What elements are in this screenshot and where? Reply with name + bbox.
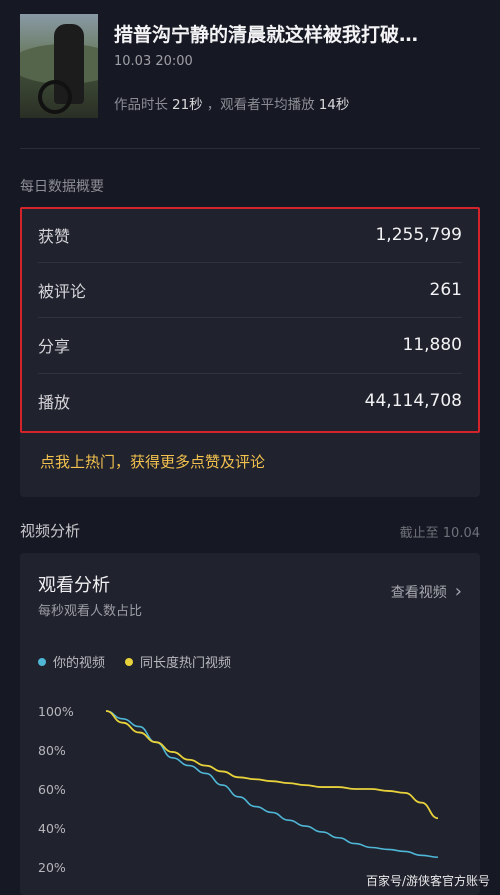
watch-analysis-title: 观看分析 xyxy=(38,575,110,596)
stat-row-comments: 被评论 261 xyxy=(38,263,462,317)
video-title[interactable]: 措普沟宁静的清晨就这样被我打破… xyxy=(114,20,480,47)
video-analysis-title: 视频分析 xyxy=(20,522,81,540)
stat-value: 1,255,799 xyxy=(375,225,462,245)
stat-label: 被评论 xyxy=(38,282,87,301)
stat-value: 11,880 xyxy=(402,335,462,355)
legend-dot xyxy=(38,657,46,666)
daily-overview-title: 每日数据概要 xyxy=(20,179,104,195)
series-line-popular xyxy=(105,710,439,820)
view-video-button[interactable]: 查看视频 › xyxy=(391,581,462,602)
daily-overview-card: 获赞 1,255,799 被评论 261 分享 11,880 播放 44,114… xyxy=(20,207,480,497)
chart-legend: 你的视频 同长度热门视频 xyxy=(38,652,231,671)
legend-item-yours: 你的视频 xyxy=(38,652,105,671)
y-tick-label: 40% xyxy=(38,821,66,836)
video-meta: 作品时长 21秒 ，观看者平均播放 14秒 xyxy=(114,93,353,113)
y-tick-label: 100% xyxy=(38,704,74,719)
avg-play-label: ，观看者平均播放 xyxy=(206,97,315,113)
duration-label: 作品时长 xyxy=(114,97,168,113)
legend-label: 同长度热门视频 xyxy=(140,656,232,671)
stat-value: 261 xyxy=(429,280,462,300)
stat-value: 44,114,708 xyxy=(364,391,462,411)
video-date: 10.03 20:00 xyxy=(114,54,193,69)
promote-link[interactable]: 点我上热门，获得更多点赞及评论 xyxy=(40,451,265,472)
y-tick-label: 20% xyxy=(38,860,66,875)
stat-row-plays: 播放 44,114,708 xyxy=(38,374,462,428)
watermark: 百家号/游侠客官方账号 xyxy=(365,874,490,888)
retention-chart: 100% 80% 60% 40% 20% xyxy=(38,704,439,875)
avg-play-value: 14秒 xyxy=(318,97,350,113)
y-tick-label: 80% xyxy=(38,743,66,758)
stat-row-shares: 分享 11,880 xyxy=(38,318,462,372)
chevron-right-icon: › xyxy=(454,581,462,602)
video-header[interactable]: 措普沟宁静的清晨就这样被我打破… 10.03 20:00 作品时长 21秒 ，观看者… xyxy=(20,14,480,124)
stat-label: 获赞 xyxy=(38,227,71,246)
y-tick-label: 60% xyxy=(38,782,66,797)
duration-value: 21秒 xyxy=(172,97,203,113)
video-thumbnail[interactable] xyxy=(20,14,98,118)
legend-dot xyxy=(125,657,134,666)
watch-analysis-card: 观看分析 每秒观看人数占比 查看视频 › 你的视频 同长度热门视频 100% 80… xyxy=(20,553,480,895)
stat-row-likes: 获赞 1,255,799 xyxy=(38,208,462,262)
legend-item-popular: 同长度热门视频 xyxy=(125,652,231,671)
watch-analysis-subtitle: 每秒观看人数占比 xyxy=(38,604,143,619)
stat-label: 分享 xyxy=(38,337,71,356)
stat-label: 播放 xyxy=(38,393,71,412)
divider xyxy=(20,148,480,149)
cutoff-date: 截止至 10.04 xyxy=(399,526,480,541)
view-video-label: 查看视频 xyxy=(390,584,447,601)
series-line-yours xyxy=(105,710,439,859)
legend-label: 你的视频 xyxy=(53,656,106,671)
